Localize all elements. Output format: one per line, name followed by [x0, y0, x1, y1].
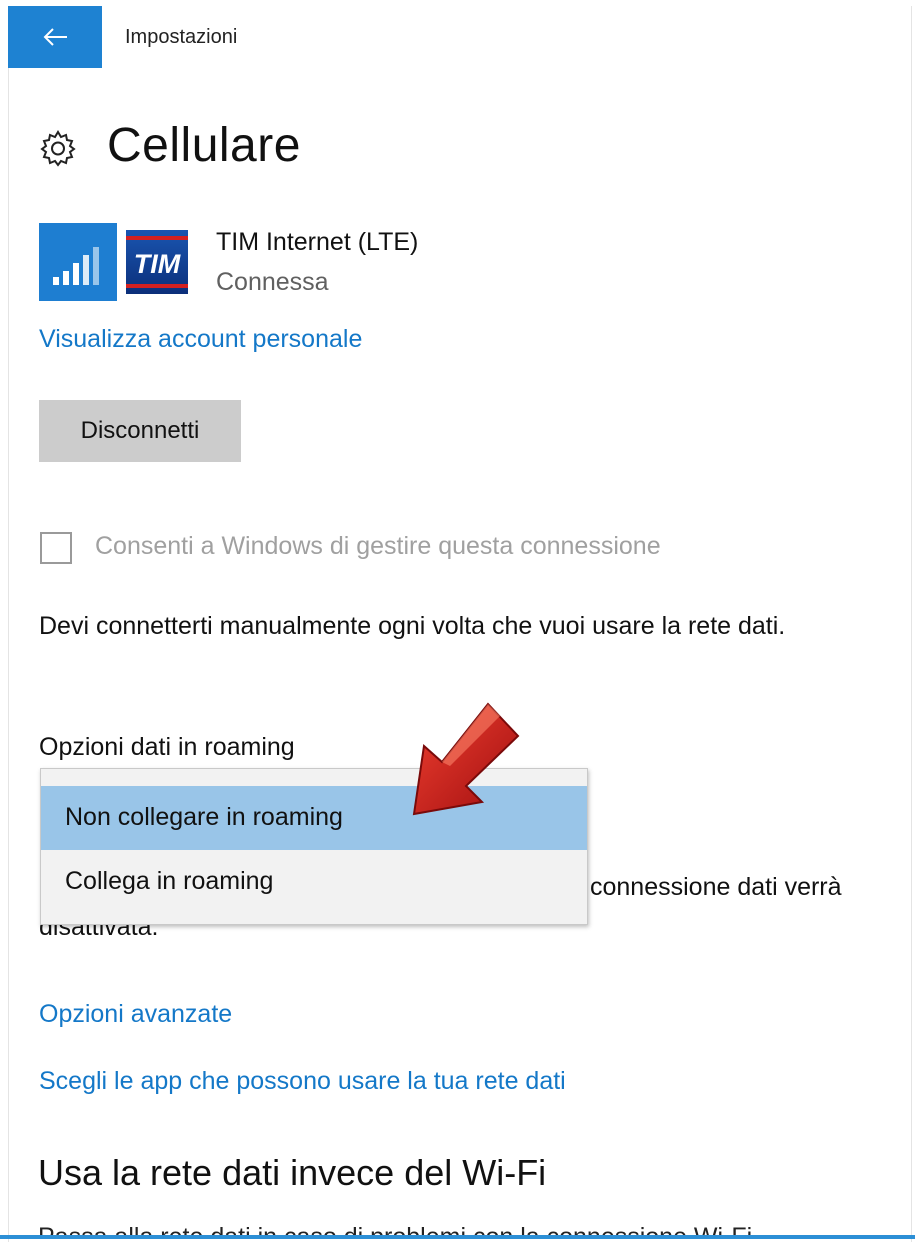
carrier-logo-text: TIM: [134, 249, 181, 279]
wifi-section-title: Usa la rete dati invece del Wi-Fi: [38, 1152, 547, 1193]
manage-connection-checkbox[interactable]: [40, 532, 72, 564]
page-title: Cellulare: [107, 119, 301, 172]
carrier-logo: TIM: [126, 230, 188, 294]
connection-description: Devi connetterti manualmente ogni volta …: [39, 612, 786, 640]
roaming-option-connect[interactable]: Collega in roaming: [41, 850, 587, 914]
manage-connection-label: Consenti a Windows di gestire questa con…: [95, 532, 661, 560]
advanced-options-link[interactable]: Opzioni avanzate: [39, 1000, 232, 1029]
window-bottom-border: [0, 1235, 915, 1239]
roaming-option-label: Collega in roaming: [65, 867, 274, 895]
roaming-option-label: Non collegare in roaming: [65, 803, 343, 831]
back-button[interactable]: [8, 6, 102, 68]
arrow-left-icon: [43, 28, 67, 46]
roaming-note-partial: connessione dati verrà: [590, 873, 842, 901]
choose-apps-link[interactable]: Scegli le app che possono usare la tua r…: [39, 1067, 566, 1096]
app-title: Impostazioni: [125, 26, 238, 48]
network-name: TIM Internet (LTE): [216, 228, 419, 256]
roaming-options-label: Opzioni dati in roaming: [39, 733, 295, 761]
view-account-link[interactable]: Visualizza account personale: [39, 325, 362, 354]
red-arrow-icon: [412, 702, 520, 816]
gear-icon: [40, 130, 76, 167]
network-status: Connessa: [216, 268, 329, 296]
disconnect-button[interactable]: Disconnetti: [39, 400, 241, 462]
signal-bars-icon: [39, 223, 117, 301]
